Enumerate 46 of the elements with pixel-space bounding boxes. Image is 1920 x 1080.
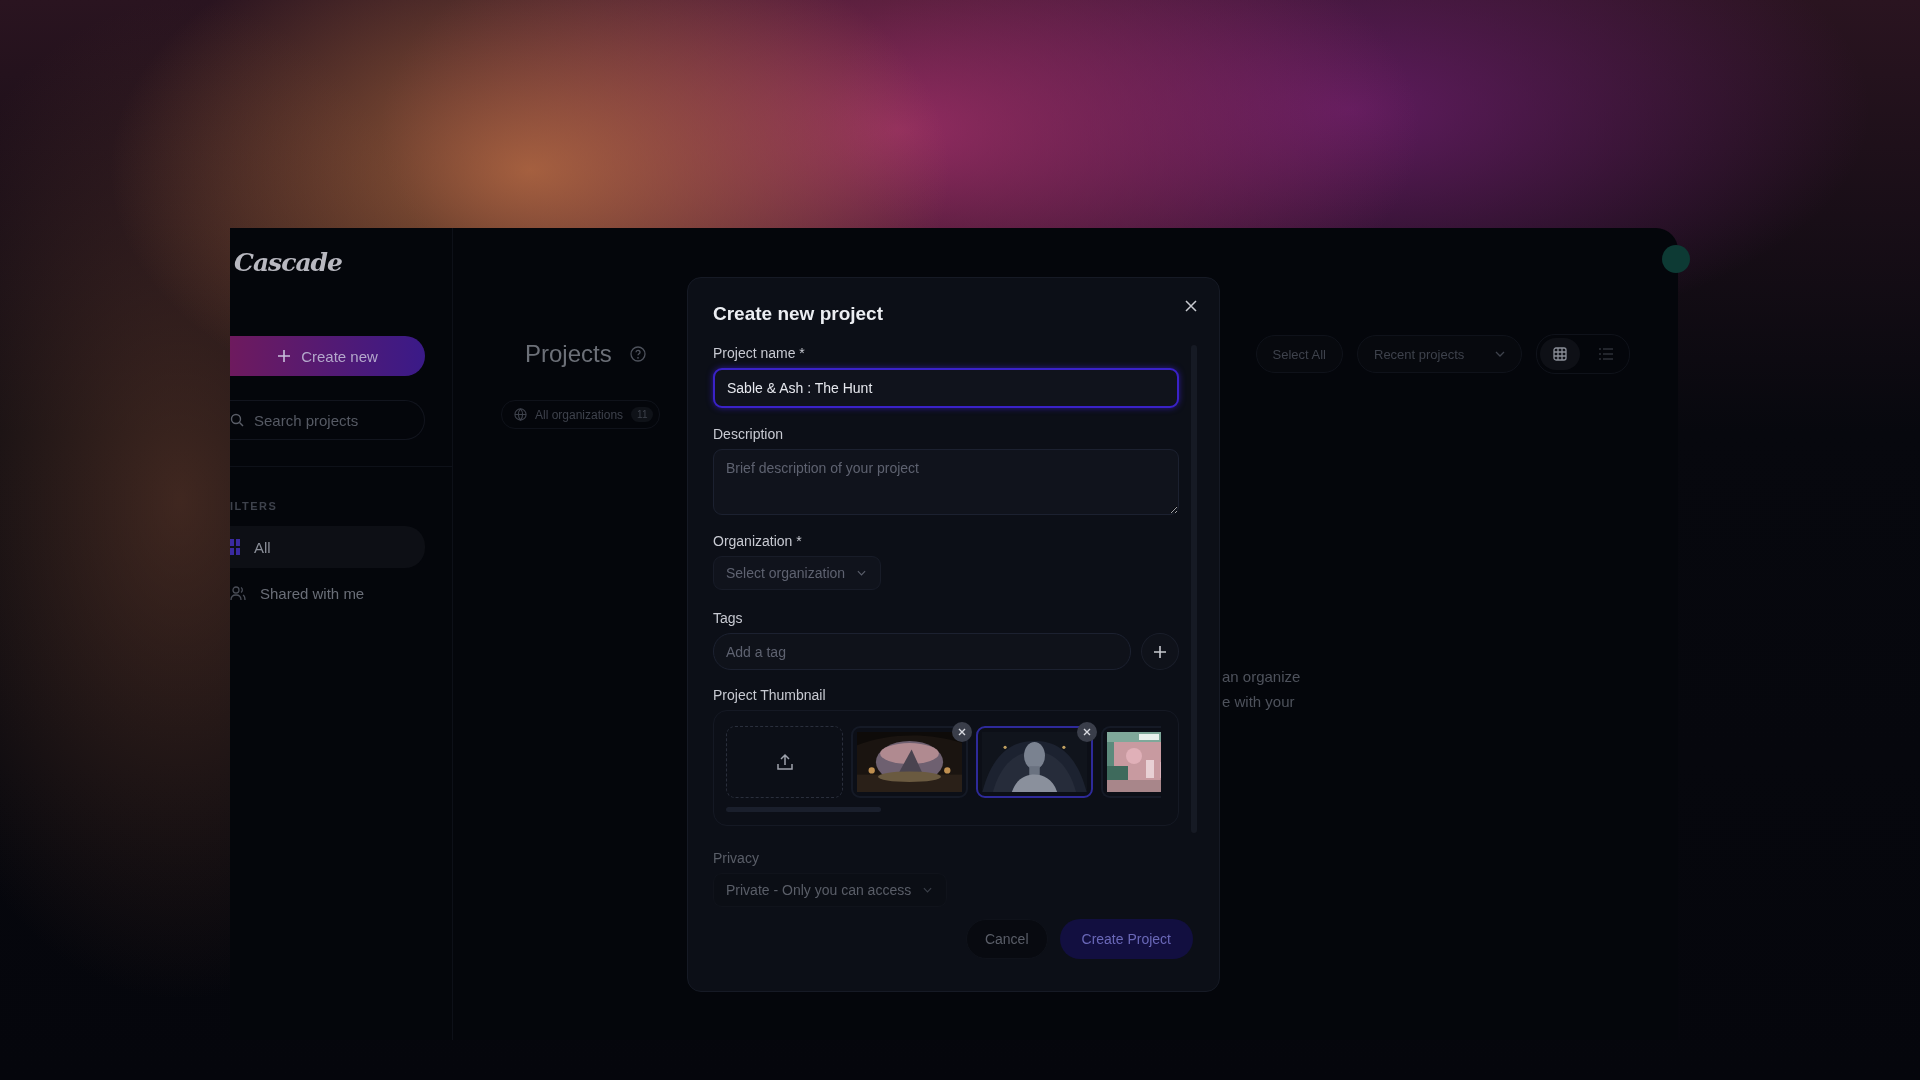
- organization-select[interactable]: Select organization: [713, 556, 882, 590]
- globe-icon: [514, 408, 527, 421]
- field-label: Organization *: [713, 533, 802, 549]
- sidebar-item[interactable]: Shared with me: [230, 572, 425, 614]
- project-name-field[interactable]: Sable & Ash : The Hunt: [713, 368, 1179, 408]
- people-icon: [230, 585, 246, 601]
- sidebar-item[interactable]: All: [230, 526, 425, 568]
- field-label: Project name *: [713, 345, 805, 361]
- description-field[interactable]: Brief description of your project: [713, 449, 1179, 515]
- add-tag-button[interactable]: [1141, 633, 1179, 670]
- list-icon: [1599, 348, 1613, 360]
- close-icon: [958, 728, 966, 736]
- grid-view-button[interactable]: [1540, 338, 1580, 370]
- chevron-down-icon: [1495, 351, 1505, 357]
- create-new-button[interactable]: Create new: [230, 336, 425, 376]
- close-icon: [1083, 728, 1091, 736]
- remove-thumbnail-button[interactable]: [952, 722, 972, 742]
- tag-field[interactable]: Add a tag: [713, 633, 1131, 670]
- plus-icon: [277, 349, 292, 363]
- chevron-down-icon: [923, 887, 933, 893]
- chevron-down-icon: [857, 570, 867, 576]
- chip-label: All organizations: [535, 407, 624, 422]
- sort-dropdown[interactable]: Recent projects: [1357, 335, 1522, 373]
- close-icon[interactable]: [1185, 300, 1197, 312]
- field-label: Description: [713, 426, 784, 442]
- dialog-title: Create new project: [713, 303, 883, 325]
- search-field[interactable]: Search projects: [230, 400, 425, 440]
- thumbnail-option[interactable]: [1101, 726, 1161, 798]
- field-label: Tags: [713, 610, 743, 626]
- grid-icon: [230, 539, 240, 555]
- field-label: Privacy: [713, 850, 759, 866]
- help-icon[interactable]: [629, 346, 646, 362]
- empty-state-text: an organize: [1222, 667, 1301, 687]
- grid-icon: [1553, 347, 1567, 361]
- search-icon: [230, 413, 244, 427]
- remove-thumbnail-button[interactable]: [1077, 722, 1097, 742]
- select-all-button[interactable]: Select All: [1255, 335, 1343, 373]
- field-label: Project Thumbnail: [713, 687, 826, 703]
- cancel-button[interactable]: Cancel: [965, 919, 1048, 959]
- privacy-select[interactable]: Private - Only you can access: [713, 873, 948, 907]
- plus-icon: [1154, 645, 1166, 658]
- page-title: Projects: [525, 340, 612, 368]
- upload-icon: [775, 753, 794, 771]
- section-label: ILTERS: [230, 500, 278, 512]
- empty-state-text: e with your: [1222, 692, 1295, 712]
- logo[interactable]: Cascade: [230, 228, 342, 298]
